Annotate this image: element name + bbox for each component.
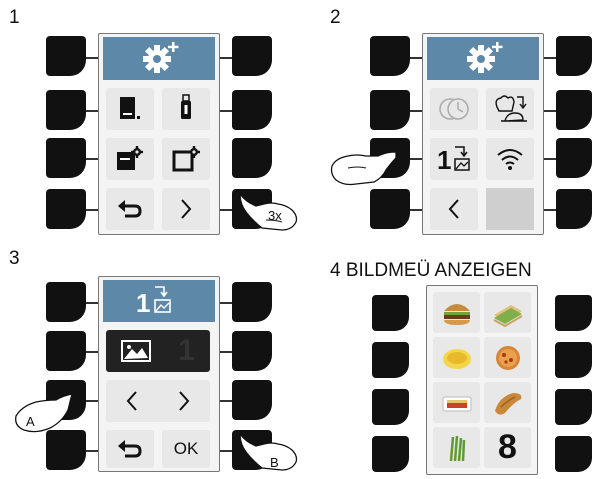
step-1-label: 1 [9, 7, 20, 28]
next-cell[interactable] [162, 188, 210, 230]
burger-icon [443, 303, 470, 325]
chevron-right-icon [181, 199, 192, 219]
wifi-cell[interactable] [486, 138, 534, 180]
side-key-right-2[interactable] [556, 90, 592, 130]
clock-icon [439, 98, 469, 120]
side-key-left-4[interactable] [46, 430, 86, 470]
chevron-right-icon[interactable] [174, 389, 194, 413]
back-arrow-icon [118, 440, 142, 458]
settings-import-icon [117, 146, 143, 170]
document-export-cell[interactable] [106, 88, 154, 130]
side-key-left-4[interactable] [372, 436, 409, 472]
hand-a-icon [15, 393, 73, 433]
screen-2-header [427, 37, 539, 80]
settings-export-cell[interactable] [162, 138, 210, 180]
image-menu-icon: 1 [437, 145, 470, 175]
prev-cell[interactable] [430, 188, 478, 230]
side-key-left-3[interactable] [372, 389, 409, 425]
time-cell [430, 88, 478, 130]
back-arrow-icon [118, 200, 142, 218]
side-key-left-1[interactable] [372, 295, 409, 331]
screen-3-header: 1 [103, 280, 215, 322]
step-2-label: 2 [330, 7, 341, 28]
gear-plus-icon [143, 42, 179, 73]
step-3-label: 3 [9, 248, 20, 269]
side-key-right-4[interactable] [555, 436, 592, 472]
callout-a-label: A [26, 414, 35, 429]
side-key-right-1[interactable] [555, 295, 592, 331]
value-stepper [106, 380, 210, 422]
side-key-left-2[interactable] [370, 90, 410, 130]
lasagna-icon [442, 396, 471, 411]
side-key-left-1[interactable] [46, 282, 86, 322]
screen-1-header [103, 37, 215, 80]
side-key-left-2[interactable] [46, 90, 86, 130]
usb-cell[interactable] [162, 88, 210, 130]
image-menu-cell[interactable]: 1 [430, 138, 478, 180]
side-key-right-1[interactable] [232, 36, 272, 76]
image-icon [121, 340, 151, 362]
settings-import-cell[interactable] [106, 138, 154, 180]
food-tile-lasagna[interactable] [433, 382, 480, 423]
food-tile-pizza[interactable] [484, 337, 531, 378]
chef-hat-icon [495, 95, 527, 122]
food-tile-burger[interactable] [433, 292, 480, 333]
gear-plus-icon [467, 42, 503, 73]
settings-export-icon [172, 146, 200, 172]
ok-button[interactable]: OK [162, 430, 210, 468]
croissant-icon [494, 392, 521, 415]
side-key-left-2[interactable] [46, 331, 86, 371]
image-menu-header-icon: 1 [136, 286, 171, 318]
side-key-right-3[interactable] [555, 389, 592, 425]
usb-icon [181, 94, 191, 119]
side-key-left-4[interactable] [370, 189, 410, 229]
back-cell[interactable] [106, 430, 154, 468]
side-key-right-2[interactable] [232, 331, 272, 371]
food-tile-croissant[interactable] [484, 382, 531, 423]
side-key-left-3[interactable] [46, 138, 86, 178]
side-key-left-1[interactable] [46, 36, 86, 76]
svg-text:1: 1 [437, 145, 451, 175]
svg-text:1: 1 [136, 288, 150, 318]
chef-cap-cell[interactable] [486, 88, 534, 130]
page-number: 8 [498, 428, 517, 466]
noodles-icon [442, 348, 471, 369]
side-key-right-3[interactable] [232, 380, 272, 420]
side-key-right-3[interactable] [556, 138, 592, 178]
image-value-display: 1 [106, 330, 210, 372]
chevron-left-icon [448, 199, 459, 219]
side-key-right-2[interactable] [232, 90, 272, 130]
page-number-tile: 8 [484, 427, 531, 468]
side-key-left-4[interactable] [46, 189, 86, 229]
press-count-label: 3x [268, 208, 282, 223]
asparagus-icon [449, 435, 465, 461]
document-icon [120, 97, 140, 119]
image-value: 1 [178, 334, 195, 367]
step-4-label: 4 BILDMEÜ ANZEIGEN [330, 260, 532, 281]
chevron-left-icon[interactable] [122, 389, 142, 413]
food-tile-sandwich[interactable] [484, 292, 531, 333]
wifi-icon [497, 149, 523, 170]
sandwich-icon [493, 304, 523, 327]
side-key-right-3[interactable] [232, 138, 272, 178]
side-key-left-2[interactable] [372, 342, 409, 378]
side-key-right-4[interactable] [556, 189, 592, 229]
side-key-right-2[interactable] [555, 342, 592, 378]
pizza-icon [495, 345, 520, 370]
food-tile-noodles[interactable] [433, 337, 480, 378]
food-tile-asparagus[interactable] [433, 427, 480, 468]
side-key-left-1[interactable] [370, 36, 410, 76]
side-key-right-1[interactable] [556, 36, 592, 76]
back-cell[interactable] [106, 188, 154, 230]
hand-pointer-icon [330, 151, 397, 186]
side-key-right-1[interactable] [232, 282, 272, 322]
ok-label: OK [173, 439, 199, 458]
callout-b-label: B [270, 455, 279, 470]
